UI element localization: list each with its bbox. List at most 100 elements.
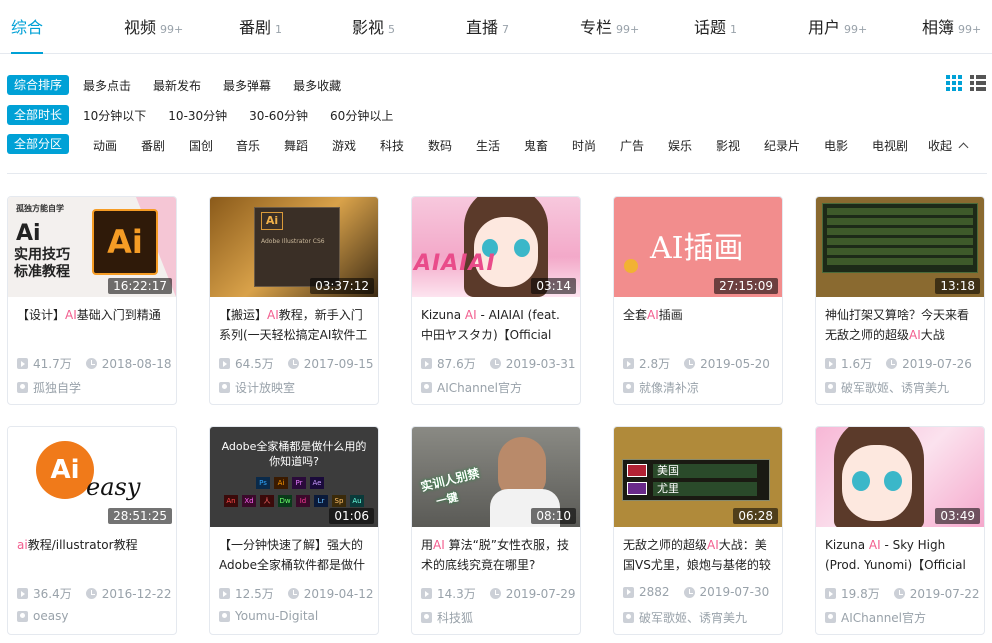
video-card[interactable]: 孤独方能自学 Ai 实用技巧 标准教程 Ai 16:22:17 【设计】AI基础入… bbox=[7, 196, 177, 405]
filter-order-option[interactable]: 最多点击 bbox=[83, 77, 131, 94]
video-title[interactable]: ai教程/illustrator教程 bbox=[17, 535, 169, 575]
filter-zone-option[interactable]: 游戏 bbox=[332, 137, 356, 154]
chevron-up-icon bbox=[958, 142, 969, 153]
video-card[interactable]: Ai easy 28:51:25 ai教程/illustrator教程 36.4… bbox=[7, 426, 177, 635]
video-card[interactable]: 13:18 神仙打架又算啥？今天来看无敌之师的超级AI大战 1.6万 2019-0… bbox=[815, 196, 985, 405]
video-thumbnail[interactable]: Ai easy 28:51:25 bbox=[8, 427, 176, 527]
filter-zone-option[interactable]: 舞蹈 bbox=[284, 137, 308, 154]
video-title[interactable]: 神仙打架又算啥？今天来看无敌之师的超级AI大战 bbox=[825, 305, 977, 345]
filter-duration-selected[interactable]: 全部时长 bbox=[7, 105, 70, 125]
uploader-name: AIChannel官方 bbox=[437, 381, 523, 395]
app-icons-row: Ps Ai Pr Ae bbox=[256, 477, 324, 489]
tab-label: 影视 bbox=[352, 18, 385, 37]
filter-order-option[interactable]: 最多收藏 bbox=[293, 77, 341, 94]
collapse-zone-button[interactable]: 收起 bbox=[928, 137, 969, 154]
tab-topic[interactable]: 话题 1 bbox=[694, 14, 737, 54]
filter-zone-option[interactable]: 电影 bbox=[824, 137, 848, 154]
video-title[interactable]: 【一分钟快速了解】强大的Adobe全家桶软件都是做什 bbox=[219, 535, 371, 575]
filter-zone-option[interactable]: 娱乐 bbox=[668, 137, 692, 154]
filter-duration-option[interactable]: 30-60分钟 bbox=[249, 107, 308, 124]
tab-album[interactable]: 相簿 99+ bbox=[922, 14, 981, 54]
illustrator-logo-icon: Ai bbox=[261, 212, 283, 230]
video-thumbnail[interactable]: AIAIAI 03:14 bbox=[412, 197, 580, 297]
filter-zone-option[interactable]: 电视剧 bbox=[872, 137, 908, 154]
tab-live[interactable]: 直播 7 bbox=[466, 14, 509, 54]
video-card[interactable]: AIAIAI 03:14 Kizuna AI - AIAIAI (feat. 中… bbox=[411, 196, 581, 405]
video-card[interactable]: 美国 尤里 06:28 无敌之师的超级AI大战：美国VS尤里，娘炮与基佬的较 2… bbox=[613, 426, 783, 635]
usa-flag-icon bbox=[627, 464, 647, 477]
filter-duration-option[interactable]: 60分钟以上 bbox=[330, 107, 393, 124]
filter-zone-option[interactable]: 音乐 bbox=[236, 137, 260, 154]
video-thumbnail[interactable]: 13:18 bbox=[816, 197, 984, 297]
filter-zone-option[interactable]: 动画 bbox=[93, 137, 117, 154]
video-duration: 03:14 bbox=[531, 278, 576, 294]
video-card[interactable]: 实训人别禁 一键 08:10 用AI 算法“脱”女性衣服，技术的底线究竟在哪里?… bbox=[411, 426, 581, 635]
video-title[interactable]: 【设计】AI基础入门到精通 bbox=[17, 305, 169, 345]
video-card[interactable]: AI插画 27:15:09 全套AI插画 2.8万 2019-05-20 就像清补… bbox=[613, 196, 783, 405]
tab-count: 99+ bbox=[160, 23, 184, 36]
video-thumbnail[interactable]: AI插画 27:15:09 bbox=[614, 197, 782, 297]
tab-user[interactable]: 用户 99+ bbox=[808, 14, 867, 54]
video-thumbnail[interactable]: 03:49 bbox=[816, 427, 984, 527]
tab-label: 番剧 bbox=[239, 18, 272, 37]
filter-order-selected[interactable]: 综合排序 bbox=[7, 75, 70, 95]
uploader[interactable]: 孤独自学 bbox=[17, 379, 81, 396]
view-switch bbox=[946, 75, 986, 91]
video-stats: 2.8万 2019-05-20 bbox=[623, 355, 782, 372]
filter-zone-option[interactable]: 数码 bbox=[428, 137, 452, 154]
uploader[interactable]: 就像清补凉 bbox=[623, 379, 699, 396]
filter-zone-option[interactable]: 番剧 bbox=[141, 137, 165, 154]
play-count-icon bbox=[623, 358, 634, 369]
uploader[interactable]: AIChannel官方 bbox=[421, 379, 522, 396]
video-thumbnail[interactable]: 美国 尤里 06:28 bbox=[614, 427, 782, 527]
uploader[interactable]: 科技狐 bbox=[421, 609, 473, 626]
uploader[interactable]: 破军歌姬、诱宵美九 bbox=[623, 609, 747, 626]
tab-all[interactable]: 综合 bbox=[11, 14, 44, 54]
list-view-icon[interactable] bbox=[970, 75, 986, 91]
video-stats: 36.4万 2016-12-22 bbox=[17, 585, 176, 602]
video-title[interactable]: 【搬运】AI教程，新手入门系列(一天轻松搞定AI软件工 bbox=[219, 305, 371, 345]
video-thumbnail[interactable]: Adobe全家桶都是做什么用的 你知道吗? Ps Ai Pr Ae An Xd 人… bbox=[210, 427, 378, 527]
uploader[interactable]: 破军歌姬、诱宵美九 bbox=[825, 379, 949, 396]
thumb-caption: 孤独方能自学 bbox=[16, 204, 64, 213]
video-card[interactable]: Adobe全家桶都是做什么用的 你知道吗? Ps Ai Pr Ae An Xd 人… bbox=[209, 426, 379, 635]
video-stats: 1.6万 2019-07-26 bbox=[825, 355, 984, 372]
video-thumbnail[interactable]: 实训人别禁 一键 08:10 bbox=[412, 427, 580, 527]
filter-zone-option[interactable]: 时尚 bbox=[572, 137, 596, 154]
tab-video[interactable]: 视频 99+ bbox=[124, 14, 183, 54]
video-thumbnail[interactable]: 孤独方能自学 Ai 实用技巧 标准教程 Ai 16:22:17 bbox=[8, 197, 176, 297]
filter-zone-option[interactable]: 生活 bbox=[476, 137, 500, 154]
filter-zone-option[interactable]: 鬼畜 bbox=[524, 137, 548, 154]
filter-zone-option[interactable]: 纪录片 bbox=[764, 137, 800, 154]
filter-zone-option[interactable]: 国创 bbox=[189, 137, 213, 154]
search-type-tabs: 综合 视频 99+ 番剧 1 影视 5 直播 7 专栏 99+ 话题 1 用户 99+ 相簿 9… bbox=[0, 0, 992, 54]
clock-icon bbox=[489, 358, 501, 369]
uploader[interactable]: Youmu-Digital bbox=[219, 609, 318, 623]
video-card[interactable]: 03:49 Kizuna AI - Sky High (Prod. Yunomi… bbox=[815, 426, 985, 635]
video-title[interactable]: Kizuna AI - Sky High (Prod. Yunomi)【Offi… bbox=[825, 535, 977, 575]
video-title[interactable]: 全套AI插画 bbox=[623, 305, 775, 345]
filter-zone-option[interactable]: 影视 bbox=[716, 137, 740, 154]
filter-order-option[interactable]: 最新发布 bbox=[153, 77, 201, 94]
uploader[interactable]: AIChannel官方 bbox=[825, 609, 926, 626]
video-duration: 01:06 bbox=[329, 508, 374, 524]
filter-duration-option[interactable]: 10-30分钟 bbox=[168, 107, 227, 124]
tab-bangumi[interactable]: 番剧 1 bbox=[239, 14, 282, 54]
uploader[interactable]: 设计放映室 bbox=[219, 379, 295, 396]
filter-zone-option[interactable]: 广告 bbox=[620, 137, 644, 154]
uploader-name: 破军歌姬、诱宵美九 bbox=[639, 611, 748, 625]
filter-duration-option[interactable]: 10分钟以下 bbox=[83, 107, 146, 124]
video-thumbnail[interactable]: Ai Adobe Illustrator CS6 03:37:12 bbox=[210, 197, 378, 297]
video-title[interactable]: 无敌之师的超级AI大战：美国VS尤里，娘炮与基佬的较 bbox=[623, 535, 775, 575]
tab-film[interactable]: 影视 5 bbox=[352, 14, 395, 54]
grid-view-icon[interactable] bbox=[946, 75, 962, 91]
uploader-icon bbox=[421, 612, 432, 623]
tab-article[interactable]: 专栏 99+ bbox=[580, 14, 639, 54]
video-card[interactable]: Ai Adobe Illustrator CS6 03:37:12 【搬运】AI… bbox=[209, 196, 379, 405]
play-count-icon bbox=[17, 358, 28, 369]
uploader[interactable]: oeasy bbox=[17, 609, 68, 623]
video-title[interactable]: Kizuna AI - AIAIAI (feat. 中田ヤスタカ)【Offici… bbox=[421, 305, 573, 345]
filter-order-option[interactable]: 最多弹幕 bbox=[223, 77, 271, 94]
filter-zone-option[interactable]: 科技 bbox=[380, 137, 404, 154]
video-title[interactable]: 用AI 算法“脱”女性衣服，技术的底线究竟在哪里? bbox=[421, 535, 573, 575]
